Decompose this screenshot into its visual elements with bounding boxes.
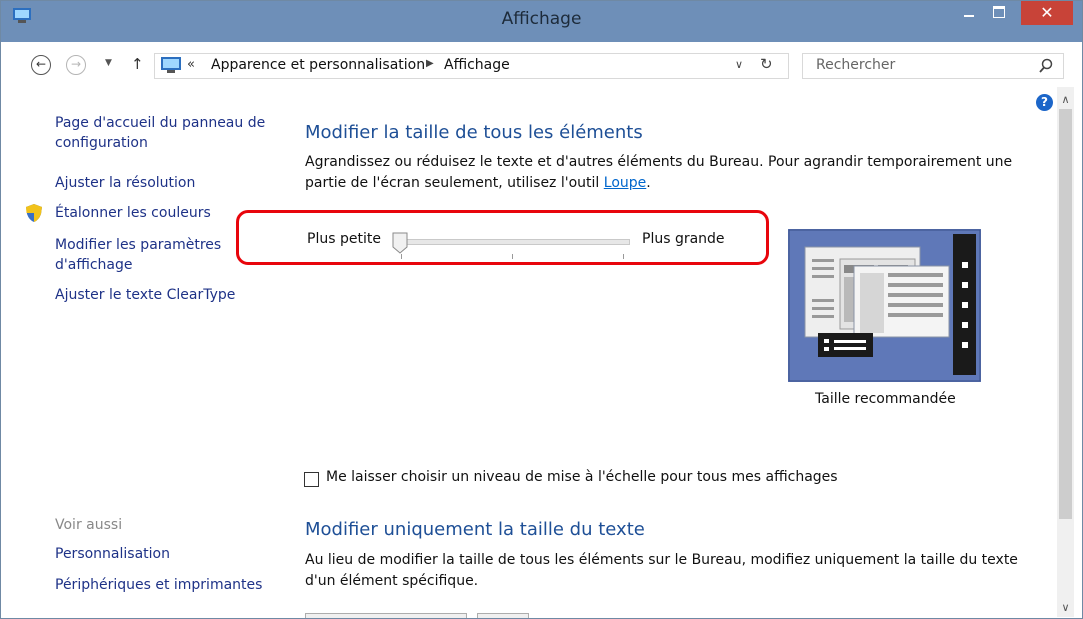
shield-icon <box>26 204 42 222</box>
breadcrumb-apparence[interactable]: Apparence et personnalisation <box>211 57 425 73</box>
item-dropdown[interactable] <box>305 613 467 618</box>
title-bar[interactable]: Affichage ✕ <box>1 1 1082 42</box>
slider-tick <box>512 254 513 259</box>
description-period: . <box>646 175 651 191</box>
search-input[interactable]: Rechercher <box>802 53 1064 79</box>
sidebar-home-link[interactable]: Page d'accueil du panneau de configurati… <box>55 113 270 153</box>
size-dropdown[interactable] <box>477 613 529 618</box>
minimize-button[interactable] <box>954 1 984 25</box>
sidebar-item-personnalisation[interactable]: Personnalisation <box>55 544 170 564</box>
forward-arrow-icon: → <box>70 57 82 71</box>
scrollbar[interactable]: ∧ ∨ <box>1057 87 1074 617</box>
refresh-icon[interactable]: ↻ <box>760 55 773 73</box>
help-icon[interactable]: ? <box>1036 94 1053 111</box>
window-title: Affichage <box>501 9 582 29</box>
recent-locations-button[interactable]: ▼ <box>105 58 112 68</box>
address-bar: ← → ▼ ↑ « Apparence et personnalisation … <box>1 42 1082 87</box>
chevron-right-icon[interactable]: ▶ <box>426 58 434 69</box>
control-panel-icon <box>161 57 181 73</box>
breadcrumb-overflow[interactable]: « <box>187 57 195 72</box>
search-placeholder: Rechercher <box>816 57 896 73</box>
custom-scaling-checkbox[interactable] <box>304 472 319 487</box>
sidebar-item-devices[interactable]: Périphériques et imprimantes <box>55 575 262 595</box>
see-also-heading: Voir aussi <box>55 517 123 533</box>
display-preview-image <box>788 229 981 382</box>
address-box[interactable]: « Apparence et personnalisation ▶ Affich… <box>154 53 789 79</box>
close-button[interactable]: ✕ <box>1021 1 1073 25</box>
up-arrow-icon: ↑ <box>131 55 144 73</box>
scroll-up-icon[interactable]: ∧ <box>1057 93 1074 106</box>
breadcrumb-affichage[interactable]: Affichage <box>444 57 510 73</box>
back-arrow-icon: ← <box>35 57 47 71</box>
description-text: Agrandissez ou réduisez le texte et d'au… <box>305 154 1013 191</box>
scroll-down-icon[interactable]: ∨ <box>1057 601 1074 614</box>
section2-description: Au lieu de modifier la taille de tous le… <box>305 552 1018 589</box>
scale-slider-track[interactable] <box>398 239 630 245</box>
section-heading-text-size: Modifier uniquement la taille du texte <box>305 519 645 540</box>
up-button[interactable]: ↑ <box>131 55 144 73</box>
loupe-link[interactable]: Loupe <box>604 175 647 191</box>
window: Affichage ✕ ← → ▼ ↑ « Apparence et perso… <box>0 0 1083 619</box>
forward-button[interactable]: → <box>66 55 86 75</box>
slider-tick <box>623 254 624 259</box>
close-icon: ✕ <box>1040 3 1054 22</box>
sidebar-item-resolution[interactable]: Ajuster la résolution <box>55 173 195 193</box>
section-description: Agrandissez ou réduisez le texte et d'au… <box>305 152 1055 194</box>
chevron-down-icon[interactable]: ∨ <box>735 58 743 71</box>
slider-min-label: Plus petite <box>307 231 381 247</box>
maximize-button[interactable] <box>984 1 1014 25</box>
sidebar-item-calibrate[interactable]: Étalonner les couleurs <box>55 203 211 223</box>
search-icon[interactable] <box>1038 58 1054 74</box>
sidebar-item-cleartype[interactable]: Ajuster le texte ClearType <box>55 285 235 305</box>
slider-tick <box>401 254 402 259</box>
section-heading-size: Modifier la taille de tous les éléments <box>305 122 643 143</box>
custom-scaling-label[interactable]: Me laisser choisir un niveau de mise à l… <box>326 469 838 485</box>
sidebar-item-display-settings[interactable]: Modifier les paramètres d'affichage <box>55 235 235 275</box>
scale-slider-thumb[interactable] <box>392 232 408 254</box>
recommended-size-label: Taille recommandée <box>815 391 956 407</box>
back-button[interactable]: ← <box>31 55 51 75</box>
scroll-thumb[interactable] <box>1059 109 1072 519</box>
slider-max-label: Plus grande <box>642 231 725 247</box>
